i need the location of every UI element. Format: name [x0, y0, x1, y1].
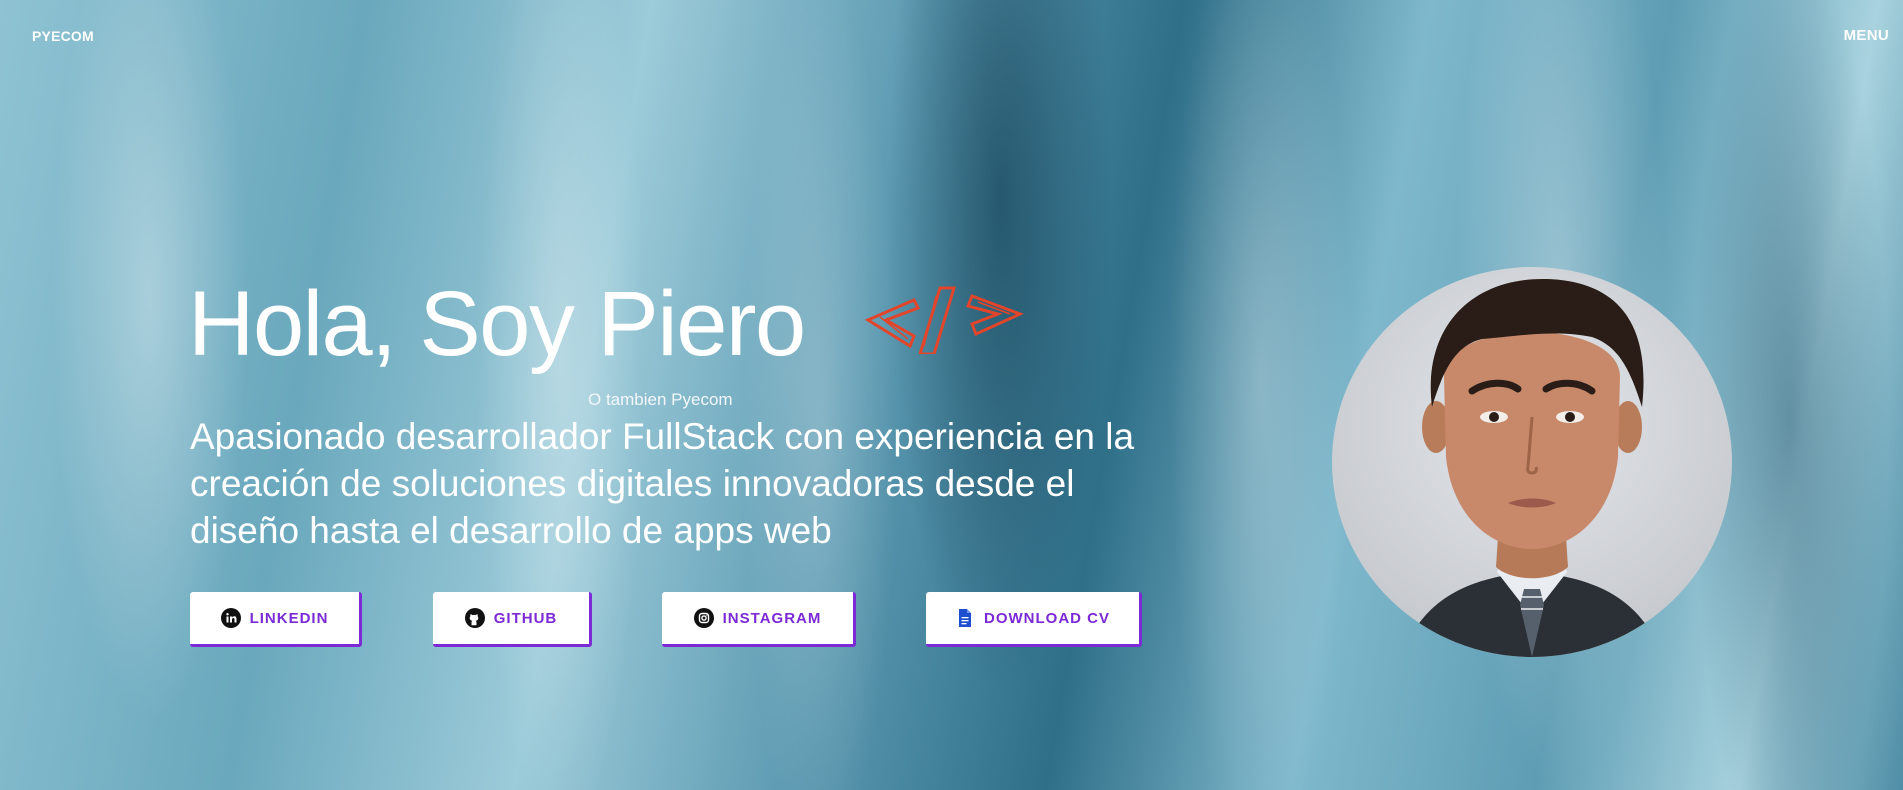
instagram-icon [693, 608, 714, 628]
brand-logo[interactable]: PYECOM [32, 28, 94, 44]
hero-subtitle: O tambien Pyecom [588, 390, 733, 409]
document-icon [955, 608, 975, 628]
profile-photo [1332, 267, 1732, 657]
code-icon [864, 286, 1024, 354]
hero-description: Apasionado desarrollador FullStack con e… [190, 416, 1135, 551]
download-cv-button[interactable]: DOWNLOAD CV [926, 592, 1142, 647]
instagram-label: INSTAGRAM [722, 609, 822, 627]
github-icon [464, 608, 485, 628]
menu-button[interactable]: MENU [1844, 27, 1889, 44]
github-label: GITHUB [493, 609, 558, 627]
instagram-button[interactable]: INSTAGRAM [662, 592, 856, 647]
linkedin-icon [220, 608, 241, 628]
page-title: Hola, Soy Piero [188, 273, 806, 375]
hero-page: PYECOM MENU Hola, Soy Piero O tambien Py… [0, 0, 1903, 790]
linkedin-label: LINKEDIN [249, 609, 329, 627]
download-cv-label: DOWNLOAD CV [984, 609, 1110, 627]
linkedin-button[interactable]: LINKEDIN [190, 592, 362, 647]
github-button[interactable]: GITHUB [433, 592, 592, 647]
